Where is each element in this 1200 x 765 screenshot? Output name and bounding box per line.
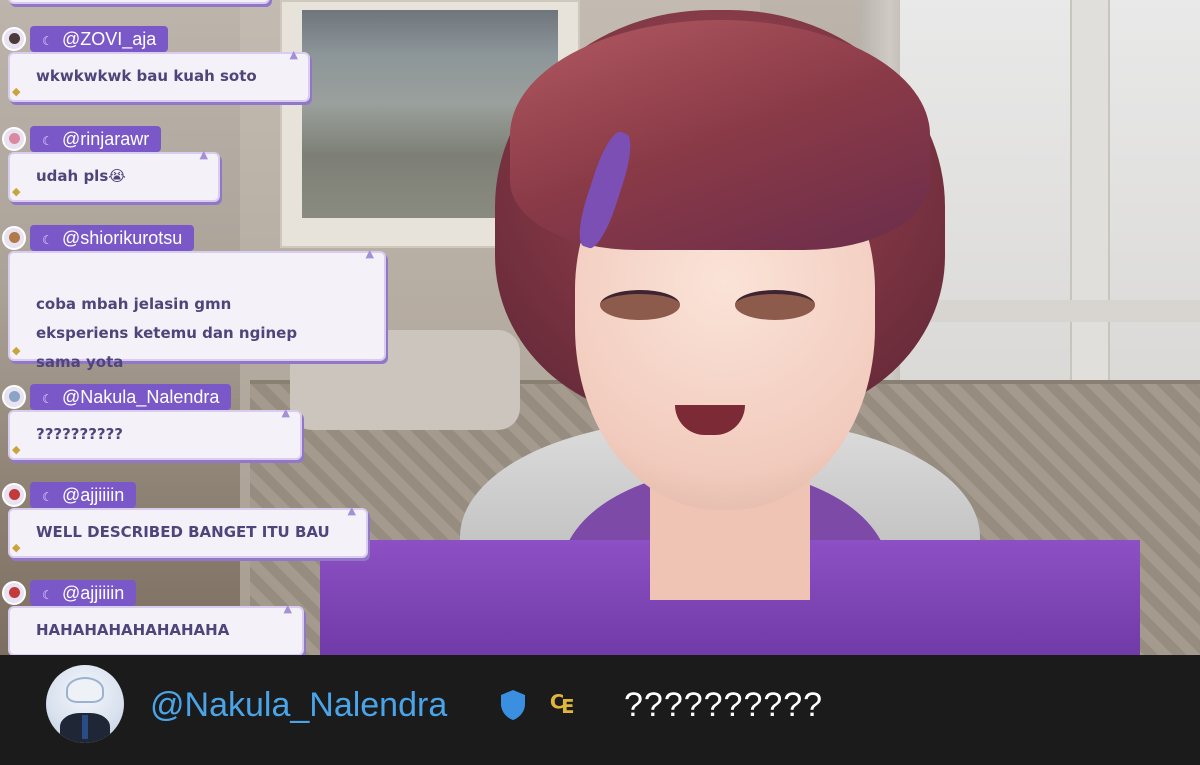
- user-avatar[interactable]: [2, 27, 26, 51]
- user-avatar[interactable]: [2, 226, 26, 250]
- highlight-username[interactable]: @Nakula_Nalendra: [150, 685, 447, 725]
- pin-icon: ▲: [199, 148, 208, 161]
- mic-badge-icon: ☾: [42, 233, 53, 247]
- user-avatar[interactable]: [2, 127, 26, 151]
- chat-text: WELL DESCRIBED BANGET ITU BAU: [36, 523, 330, 541]
- highlight-avatar[interactable]: [46, 665, 124, 743]
- chat-text: coba mbah jelasin gmn eksperiens ketemu …: [36, 295, 298, 371]
- chat-text: wkwkwkwk bau kuah soto: [36, 67, 257, 85]
- highlight-bar: @Nakula_Nalendra ₠ ??????????: [0, 655, 1200, 765]
- pin-icon: ▲: [281, 406, 290, 419]
- mic-badge-icon: ☾: [42, 392, 53, 406]
- chat-username-text: @Nakula_Nalendra: [62, 387, 220, 407]
- tier-icon: ◆: [12, 344, 21, 357]
- avatar-dot: [9, 587, 20, 598]
- mic-badge-icon: ☾: [42, 34, 53, 48]
- mic-badge-icon: ☾: [42, 490, 53, 504]
- mic-badge-icon: ☾: [42, 588, 53, 602]
- user-avatar[interactable]: [2, 385, 26, 409]
- chat-bubble-partial: [8, 0, 270, 4]
- avatar-tie: [82, 715, 88, 739]
- avatar-right-eye: [735, 290, 815, 320]
- chat-text: udah pls😭: [36, 167, 126, 185]
- avatar-dot: [9, 133, 20, 144]
- chat-bubble: udah pls😭 ▲ ◆: [8, 148, 220, 202]
- avatar-hair: [66, 677, 104, 703]
- chat-username-text: @rinjarawr: [62, 129, 150, 149]
- pin-icon: ▲: [365, 247, 374, 260]
- chat-username-text: @shiorikurotsu: [62, 228, 183, 248]
- avatar-dot: [9, 33, 20, 44]
- vtuber-avatar: [320, 10, 1140, 655]
- coin-icon: ₠: [549, 690, 575, 720]
- chat-username[interactable]: ☾ @ZOVI_aja: [30, 26, 169, 52]
- chat-bubble: wkwkwkwk bau kuah soto ▲ ◆: [8, 48, 310, 102]
- mic-badge-icon: ☾: [42, 134, 53, 148]
- chat-bubble: HAHAHAHAHAHAHAHA ▲: [8, 602, 304, 656]
- tier-icon: ◆: [12, 443, 21, 456]
- chat-text: HAHAHAHAHAHAHAHA: [36, 621, 230, 639]
- avatar-bangs: [510, 20, 930, 250]
- pin-icon: ▲: [347, 504, 356, 517]
- chat-bubble: coba mbah jelasin gmn eksperiens ketemu …: [8, 247, 386, 371]
- tier-icon: ◆: [12, 185, 21, 198]
- tier-icon: ◆: [12, 541, 21, 554]
- chat-username-text: @ajjiiiin: [62, 485, 125, 505]
- tier-icon: ◆: [12, 85, 21, 98]
- chat-text: ??????????: [36, 425, 124, 443]
- shield-icon: [501, 690, 525, 720]
- chat-username-text: @ajjiiiin: [62, 583, 125, 603]
- chat-username[interactable]: ☾ @ajjiiiin: [30, 580, 137, 606]
- avatar-dot: [9, 391, 20, 402]
- chat-username-text: @ZOVI_aja: [62, 29, 157, 49]
- chat-bubble: WELL DESCRIBED BANGET ITU BAU ▲ ◆: [8, 504, 368, 558]
- avatar-dot: [9, 232, 20, 243]
- avatar-left-eye: [600, 290, 680, 320]
- pin-icon: ▲: [289, 48, 298, 61]
- user-avatar[interactable]: [2, 581, 26, 605]
- chat-username[interactable]: ☾ @Nakula_Nalendra: [30, 384, 232, 410]
- chat-username[interactable]: ☾ @rinjarawr: [30, 126, 162, 152]
- chat-username[interactable]: ☾ @shiorikurotsu: [30, 225, 195, 251]
- chat-username[interactable]: ☾ @ajjiiiin: [30, 482, 137, 508]
- pin-icon: ▲: [283, 602, 292, 615]
- avatar-dot: [9, 489, 20, 500]
- highlight-message: ??????????: [624, 686, 824, 724]
- user-avatar[interactable]: [2, 483, 26, 507]
- chat-bubble: ?????????? ▲ ◆: [8, 406, 302, 460]
